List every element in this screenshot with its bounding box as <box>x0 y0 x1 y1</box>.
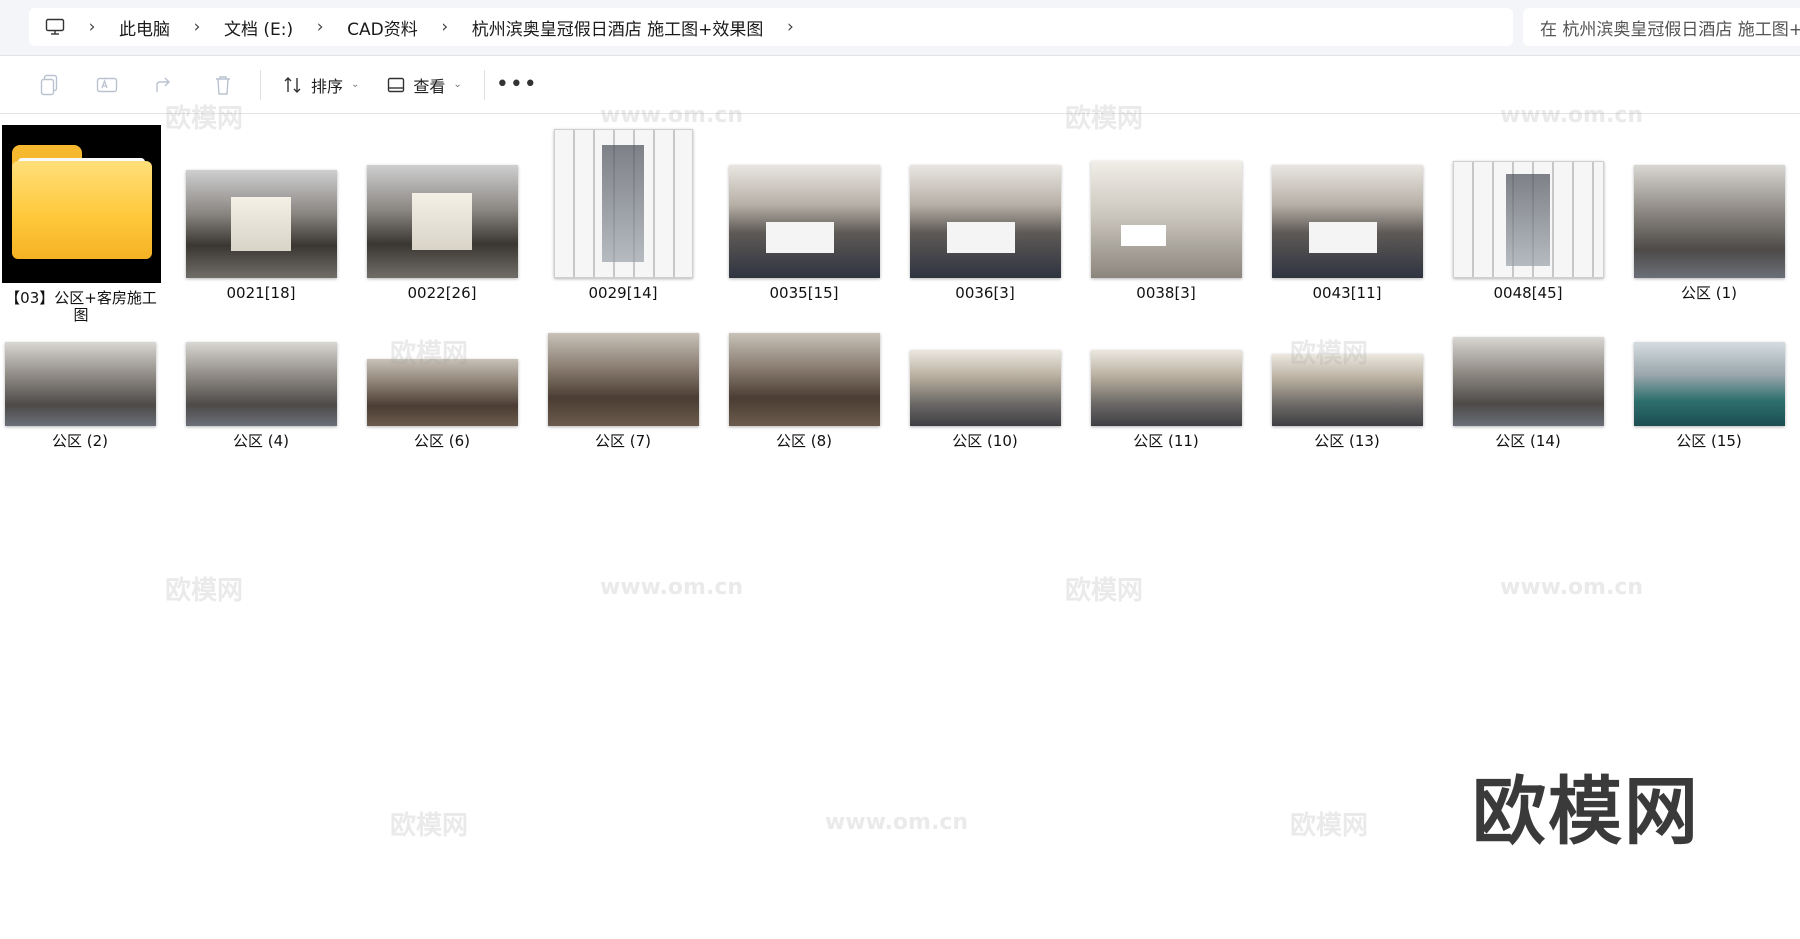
breadcrumb-item-cad[interactable]: CAD资料 <box>337 15 428 40</box>
folder-icon <box>1 125 161 283</box>
image-thumbnail <box>1090 161 1242 278</box>
view-icon <box>388 77 405 92</box>
image-thumbnail <box>728 333 880 426</box>
image-thumbnail <box>1271 354 1423 426</box>
address-bar: › 此电脑 › 文档 (E:) › CAD资料 › 杭州滨奥皇冠假日酒店 施工图… <box>0 0 1800 56</box>
image-thumbnail <box>1271 165 1423 278</box>
image-file-item[interactable]: 0029[14] <box>543 129 703 302</box>
sort-button[interactable]: 排序 ⌄ <box>269 65 373 105</box>
file-name: 公区 (11) <box>1133 432 1199 450</box>
file-name: 公区 (10) <box>952 432 1018 450</box>
image-thumbnail <box>909 165 1061 278</box>
share-icon <box>156 77 170 92</box>
file-name: 0035[15] <box>769 284 839 302</box>
more-options-button[interactable]: ••• <box>493 65 541 105</box>
image-file-item[interactable]: 0035[15] <box>724 165 884 302</box>
file-name: 公区 (14) <box>1495 432 1561 450</box>
chevron-down-icon: ⌄ <box>351 79 360 90</box>
file-name: 公区 (13) <box>1314 432 1380 450</box>
image-file-item[interactable]: 公区 (11) <box>1086 350 1246 450</box>
image-file-item[interactable]: 公区 (2) <box>0 342 160 450</box>
watermark-brand-logo: 欧模网 <box>1472 769 1700 855</box>
image-thumbnail <box>553 129 693 278</box>
sort-label: 排序 <box>311 76 344 96</box>
trash-icon <box>216 75 230 95</box>
chevron-down-icon: ⌄ <box>453 79 462 90</box>
delete-button[interactable] <box>194 65 252 105</box>
breadcrumb-item-this-pc[interactable]: 此电脑 <box>109 15 180 40</box>
breadcrumb-item-drive-e[interactable]: 文档 (E:) <box>214 15 303 40</box>
file-name: 【03】公区+客房施工图 <box>5 289 157 324</box>
folder-item[interactable]: 【03】公区+客房施工图 <box>1 125 161 324</box>
file-name: 0029[14] <box>588 284 658 302</box>
file-name: 公区 (1) <box>1680 284 1738 302</box>
image-thumbnail <box>366 165 518 278</box>
image-thumbnail <box>4 342 156 426</box>
image-file-item[interactable]: 0048[45] <box>1448 161 1608 302</box>
search-input[interactable]: 在 杭州滨奥皇冠假日酒店 施工图+效果图 <box>1523 8 1800 46</box>
image-file-item[interactable]: 0043[11] <box>1267 165 1427 302</box>
share-button[interactable] <box>136 65 194 105</box>
image-thumbnail <box>185 342 337 426</box>
image-file-item[interactable]: 公区 (8) <box>724 333 884 450</box>
image-file-item[interactable]: 公区 (14) <box>1448 337 1608 450</box>
image-file-item[interactable]: 公区 (4) <box>181 342 341 450</box>
rename-button[interactable] <box>78 65 136 105</box>
file-name: 公区 (2) <box>51 432 109 450</box>
file-name: 公区 (6) <box>413 432 471 450</box>
file-name: 0043[11] <box>1312 284 1382 302</box>
image-thumbnail <box>1452 161 1604 278</box>
copy-button[interactable] <box>20 65 78 105</box>
view-label: 查看 <box>413 76 446 96</box>
file-name: 0038[3] <box>1136 284 1196 302</box>
file-name: 0036[3] <box>955 284 1015 302</box>
file-name: 0022[26] <box>407 284 477 302</box>
sort-icon <box>284 76 301 93</box>
view-button[interactable]: 查看 ⌄ <box>373 65 475 105</box>
image-file-item[interactable]: 0022[26] <box>362 165 522 302</box>
image-thumbnail <box>547 333 699 426</box>
image-thumbnail <box>1452 337 1604 426</box>
image-thumbnail <box>1633 342 1785 426</box>
breadcrumb-item-current-folder[interactable]: 杭州滨奥皇冠假日酒店 施工图+效果图 <box>462 15 774 40</box>
file-name: 公区 (8) <box>775 432 833 450</box>
chevron-right-icon[interactable]: › <box>75 17 109 37</box>
chevron-right-icon[interactable]: › <box>303 17 337 37</box>
file-name: 0021[18] <box>226 284 296 302</box>
image-file-item[interactable]: 0021[18] <box>181 170 341 302</box>
image-file-item[interactable]: 公区 (15) <box>1629 342 1789 450</box>
image-thumbnail <box>909 350 1061 426</box>
breadcrumb[interactable]: › 此电脑 › 文档 (E:) › CAD资料 › 杭州滨奥皇冠假日酒店 施工图… <box>29 8 1513 46</box>
file-name: 公区 (4) <box>232 432 290 450</box>
file-name: 公区 (15) <box>1676 432 1742 450</box>
image-file-item[interactable]: 公区 (1) <box>1629 165 1789 302</box>
image-thumbnail <box>728 165 880 278</box>
image-thumbnail <box>1633 165 1785 278</box>
image-thumbnail <box>185 170 337 278</box>
image-file-item[interactable]: 公区 (7) <box>543 333 703 450</box>
image-file-item[interactable]: 0038[3] <box>1086 161 1246 302</box>
chevron-right-icon[interactable]: › <box>773 17 807 37</box>
this-pc-icon[interactable] <box>35 8 75 46</box>
rename-icon <box>96 77 118 92</box>
chevron-right-icon[interactable]: › <box>428 17 462 37</box>
toolbar-divider <box>260 69 261 100</box>
command-bar: 排序 ⌄ 查看 ⌄ ••• <box>0 56 1800 114</box>
image-file-item[interactable]: 0036[3] <box>905 165 1065 302</box>
toolbar-divider <box>483 69 485 100</box>
image-thumbnail <box>366 359 518 426</box>
chevron-right-icon[interactable]: › <box>180 17 214 37</box>
file-name: 0048[45] <box>1493 284 1563 302</box>
file-name: 公区 (7) <box>594 432 652 450</box>
image-file-item[interactable]: 公区 (6) <box>362 359 522 450</box>
image-file-item[interactable]: 公区 (10) <box>905 350 1065 450</box>
image-file-item[interactable]: 公区 (13) <box>1267 354 1427 450</box>
image-thumbnail <box>1090 350 1242 426</box>
copy-icon <box>40 74 58 95</box>
